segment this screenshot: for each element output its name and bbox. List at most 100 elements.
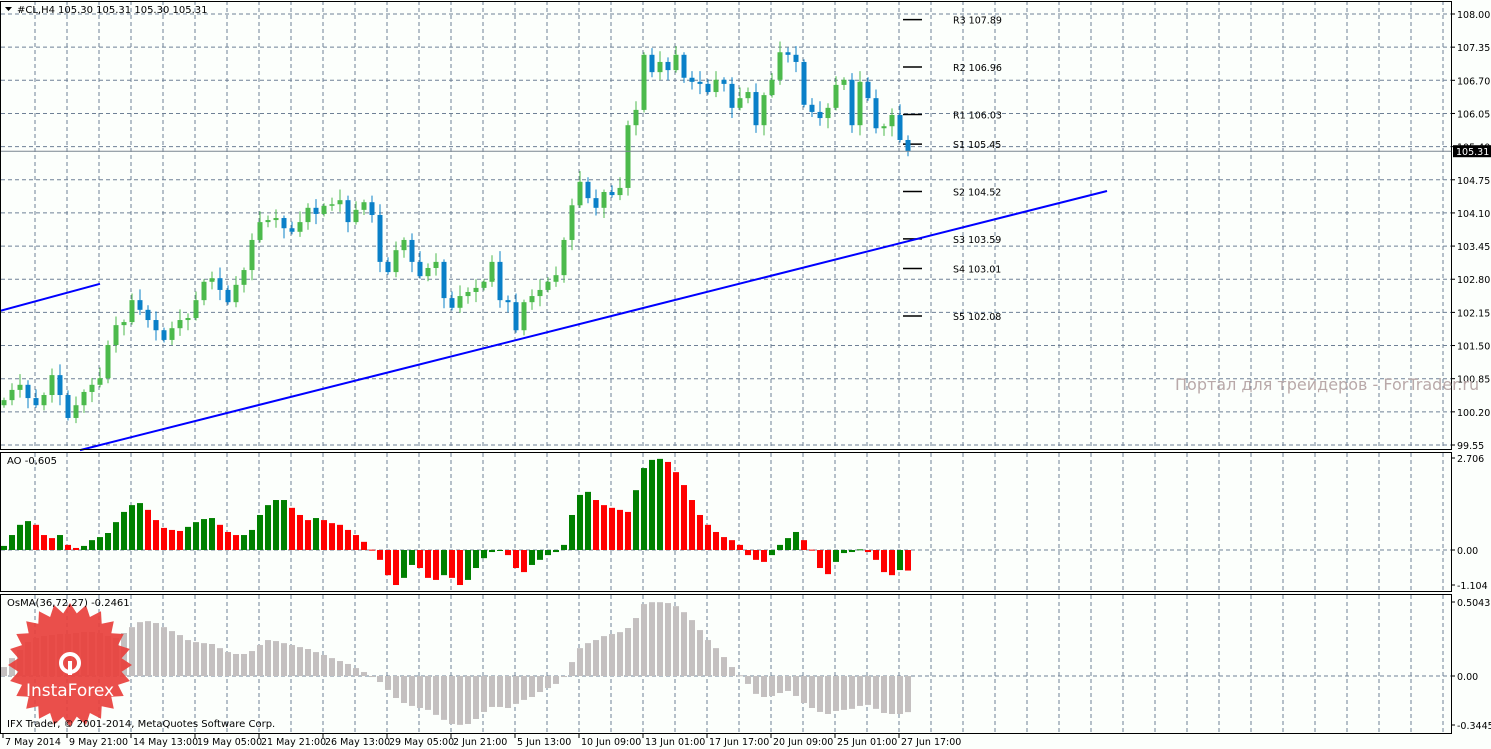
ao-bar xyxy=(329,523,335,550)
ao-bar xyxy=(73,547,79,550)
ao-bar xyxy=(353,535,359,550)
ao-bar xyxy=(209,518,215,550)
candle-body xyxy=(625,125,631,188)
price-tick-label: 104.75 xyxy=(1457,176,1490,187)
ao-bar xyxy=(449,550,455,578)
ao-bar xyxy=(833,550,839,562)
ao-bar xyxy=(761,550,767,562)
candle-body xyxy=(377,214,383,262)
watermark: Портал для трейдеров - ForTrader.ru xyxy=(1175,375,1479,394)
candle-body xyxy=(873,98,879,129)
ao-bar xyxy=(113,522,119,550)
candle-body xyxy=(457,296,463,308)
pivot-label: S2 104.52 xyxy=(953,188,1001,199)
price-tick-label: 103.45 xyxy=(1457,242,1490,253)
osma-bar xyxy=(161,627,167,676)
candle xyxy=(337,189,343,212)
candle xyxy=(433,253,439,276)
osma-bar xyxy=(753,676,759,694)
candle xyxy=(441,259,447,309)
candle xyxy=(809,98,815,118)
osma-bar xyxy=(673,606,679,676)
ao-bar xyxy=(753,550,759,560)
osma-bar xyxy=(489,676,495,707)
candle-body xyxy=(841,79,847,85)
candle-body xyxy=(881,126,887,129)
triangle-down-icon[interactable] xyxy=(5,7,12,11)
osma-panel xyxy=(1,602,911,725)
ao-bar xyxy=(521,550,527,573)
osma-bar xyxy=(841,676,847,710)
ao-bar xyxy=(689,500,695,550)
osma-bar xyxy=(713,648,719,676)
ao-bar xyxy=(809,549,815,551)
candle-body xyxy=(833,84,839,108)
candle xyxy=(577,171,583,208)
ao-bar xyxy=(465,550,471,580)
candle-body xyxy=(273,218,279,221)
ao-bar xyxy=(97,537,103,550)
osma-bar xyxy=(601,636,607,676)
candle-body xyxy=(825,107,831,119)
osma-bar xyxy=(737,675,743,677)
ao-panel xyxy=(1,458,911,586)
candle xyxy=(625,120,631,196)
chart-canvas[interactable]: R3 107.89 R2 106.96 R1 106.03 S1 105.45 S2 1… xyxy=(0,0,1491,749)
ao-bar xyxy=(897,550,903,571)
ao-bar xyxy=(169,529,175,550)
candle xyxy=(593,189,599,216)
candle xyxy=(89,378,95,403)
candle-body xyxy=(33,398,39,406)
candle xyxy=(465,287,471,304)
osma-bar xyxy=(529,676,535,697)
candle xyxy=(889,108,895,137)
candle-body xyxy=(65,395,71,418)
candle-body xyxy=(161,330,167,340)
candle xyxy=(241,267,247,293)
candle xyxy=(105,340,111,384)
candle-body xyxy=(329,204,335,206)
grid xyxy=(1,1,1451,732)
candle xyxy=(537,279,543,307)
candle-body xyxy=(441,261,447,299)
ao-bar xyxy=(361,541,367,550)
ao-bar xyxy=(905,550,911,571)
candle-body xyxy=(57,375,63,396)
ao-bar xyxy=(201,519,207,550)
ao-bar xyxy=(473,550,479,569)
candle-body xyxy=(729,83,735,108)
candle xyxy=(353,201,359,225)
candle-body xyxy=(617,187,623,196)
osma-bar xyxy=(849,676,855,709)
trading-chart-window[interactable]: R3 107.89 R2 106.96 R1 106.03 S1 105.45 S2 1… xyxy=(0,0,1491,749)
candle xyxy=(489,255,495,287)
candle xyxy=(65,390,71,421)
osma-bar xyxy=(361,672,367,676)
candle-body xyxy=(257,222,263,240)
ao-bar xyxy=(665,461,671,550)
osma-bar xyxy=(233,653,239,676)
candle-body xyxy=(73,405,79,418)
candle xyxy=(49,368,55,403)
candle-body xyxy=(81,391,87,406)
candle-body xyxy=(769,79,775,96)
candle xyxy=(97,367,103,388)
ao-bar xyxy=(153,520,159,550)
candle xyxy=(41,392,47,411)
osma-bar xyxy=(617,632,623,676)
candle xyxy=(849,73,855,133)
candle-body xyxy=(505,300,511,303)
candle-body xyxy=(345,200,351,223)
time-tick-label: 26 May 13:00 xyxy=(325,737,390,748)
candle xyxy=(505,295,511,313)
price-tick-label: 106.70 xyxy=(1457,76,1490,87)
candle-body xyxy=(673,54,679,71)
ao-bar xyxy=(769,550,775,556)
candle-body xyxy=(497,261,503,301)
ao-bar xyxy=(337,524,343,550)
candle xyxy=(801,59,807,108)
ao-bar xyxy=(793,531,799,550)
ao-bar xyxy=(505,550,511,556)
candle-body xyxy=(849,79,855,126)
ao-bar xyxy=(545,550,551,556)
